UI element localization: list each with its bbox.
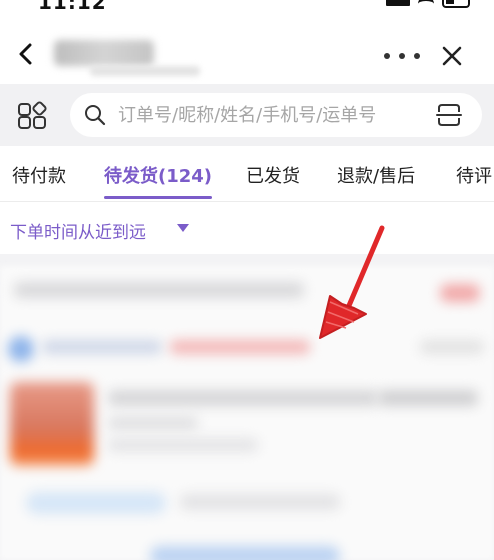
more-dots-icon	[384, 53, 390, 59]
grid-icon[interactable]	[16, 100, 48, 132]
annotation-arrow-icon	[319, 225, 385, 339]
status-icons	[386, 0, 470, 8]
status-time: 11:12	[38, 0, 107, 14]
status-badge-blurred	[440, 284, 480, 302]
more-dots-icon	[414, 53, 420, 59]
active-tab-indicator	[104, 196, 212, 199]
search-box[interactable]	[70, 93, 482, 137]
tab-refund-aftersale[interactable]: 退款/售后	[337, 162, 415, 188]
tab-pending-payment[interactable]: 待付款	[12, 162, 66, 188]
more-dots-icon	[399, 53, 405, 59]
search-input[interactable]	[118, 99, 418, 131]
page-subtitle-redacted	[90, 66, 200, 76]
product-title-blurred	[108, 390, 378, 406]
signal-icon	[386, 0, 410, 6]
sort-row[interactable]: 下单时间从近到远	[0, 202, 494, 254]
close-icon[interactable]	[438, 42, 466, 70]
order-status-tabs: 待付款 待发货(124) 已发货 退款/售后 待评	[0, 146, 494, 202]
bottom-action-blurred	[150, 546, 340, 560]
chevron-left-icon	[19, 43, 32, 65]
product-thumbnail-blurred	[10, 382, 94, 466]
search-area	[0, 84, 494, 146]
avatar-blurred	[8, 336, 34, 362]
sort-label[interactable]: 下单时间从近到远	[10, 218, 146, 243]
wifi-icon	[418, 0, 434, 6]
order-action-blurred	[26, 492, 166, 514]
nav-bar	[0, 22, 494, 84]
page-title-redacted	[54, 40, 154, 66]
tab-shipped[interactable]: 已发货	[246, 162, 300, 188]
more-button[interactable]	[384, 46, 420, 66]
order-header-blurred	[14, 282, 304, 298]
remark-blurred	[170, 340, 310, 354]
search-icon	[85, 105, 106, 126]
order-meta-blurred	[420, 340, 484, 354]
battery-icon	[442, 0, 470, 8]
caret-down-icon[interactable]	[177, 224, 189, 232]
order-list	[0, 254, 494, 560]
product-detail-blurred	[108, 438, 258, 452]
product-price-blurred	[378, 390, 478, 406]
tab-pending-shipment[interactable]: 待发货(124)	[104, 162, 212, 188]
buyer-name-blurred	[42, 340, 162, 354]
order-info-blurred	[180, 494, 340, 510]
product-spec-blurred	[108, 416, 198, 430]
status-bar: 11:12	[0, 0, 494, 22]
scan-icon[interactable]	[436, 103, 462, 127]
back-button[interactable]	[12, 40, 40, 68]
tab-pending-review[interactable]: 待评	[456, 162, 492, 188]
